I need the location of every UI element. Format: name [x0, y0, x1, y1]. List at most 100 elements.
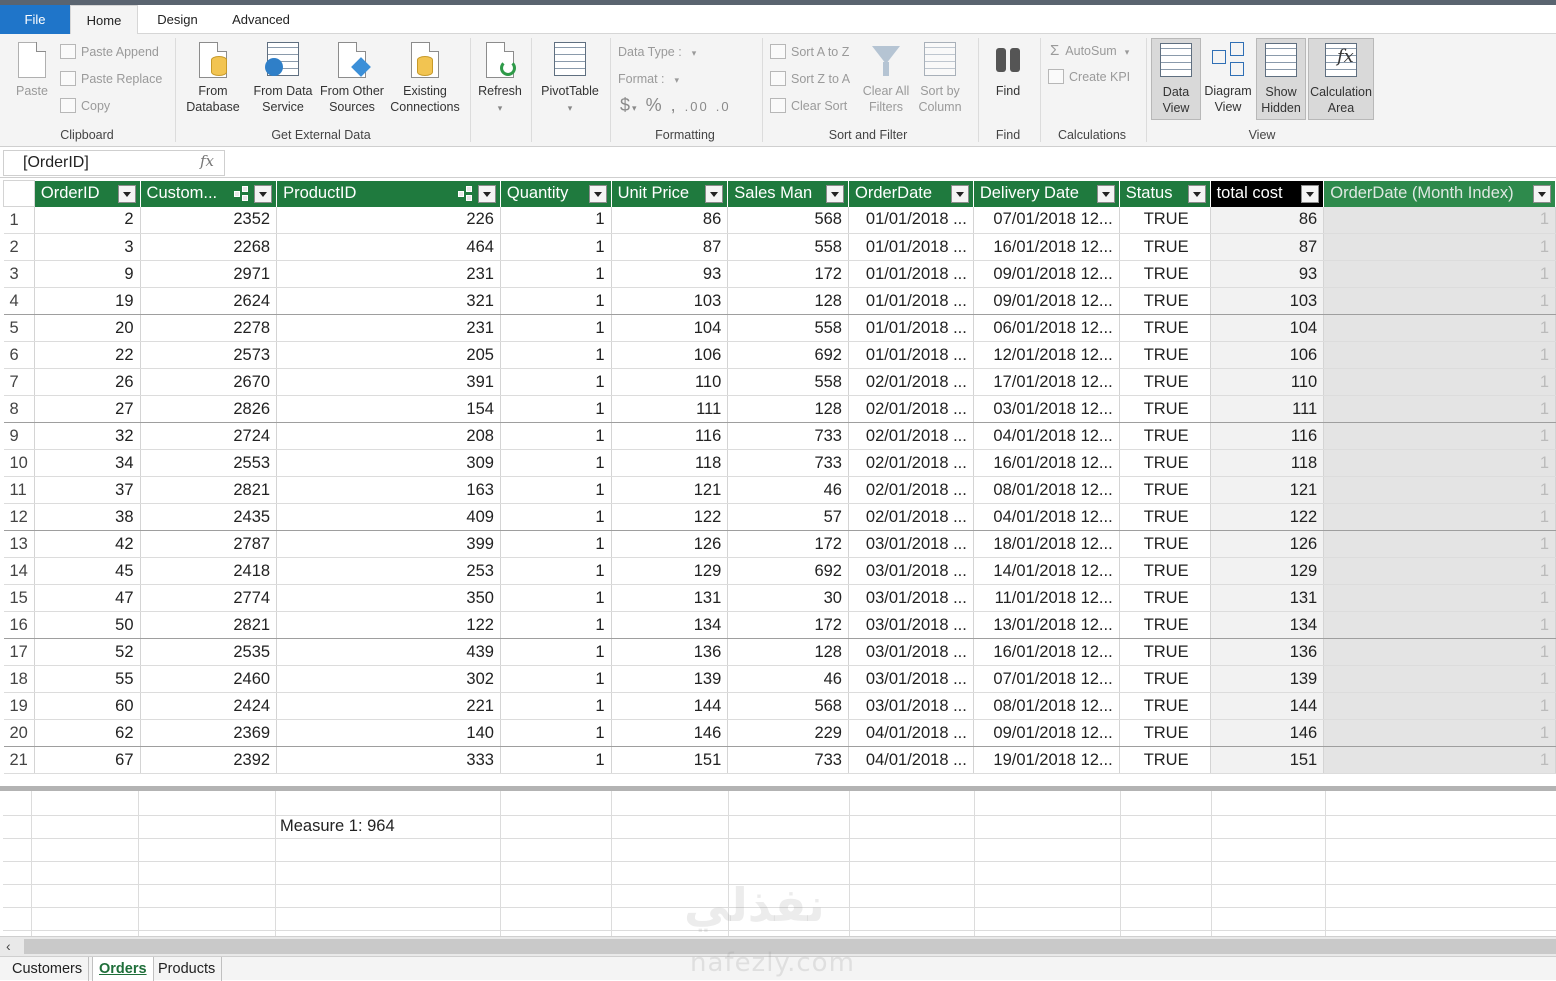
table-cell[interactable]: 1	[1323, 692, 1556, 720]
table-cell[interactable]: TRUE	[1119, 638, 1211, 666]
table-cell[interactable]: 2418	[140, 557, 278, 585]
row-number[interactable]: 8	[3, 395, 35, 423]
table-cell[interactable]: 205	[276, 341, 501, 369]
table-cell[interactable]: 87	[1210, 233, 1325, 261]
table-cell[interactable]: 16/01/2018 12...	[973, 233, 1120, 261]
table-cell[interactable]: 154	[276, 395, 501, 423]
table-cell[interactable]: 04/01/2018 ...	[848, 746, 974, 774]
table-cell[interactable]: 1	[1323, 341, 1556, 369]
table-cell[interactable]: 1	[1323, 287, 1556, 315]
table-cell[interactable]: 03/01/2018 ...	[848, 638, 974, 666]
row-number[interactable]: 20	[3, 719, 35, 747]
row-number[interactable]: 2	[3, 233, 35, 261]
table-cell[interactable]: 04/01/2018 ...	[848, 719, 974, 747]
table-cell[interactable]: 111	[1210, 395, 1325, 423]
sheet-tab-customers[interactable]: Customers	[6, 957, 90, 981]
table-cell[interactable]: 129	[1210, 557, 1325, 585]
table-cell[interactable]: 2573	[140, 341, 278, 369]
table-row[interactable]: 14 45 2418 253 1 129 692 03/01/2018 ... 14/01/20…	[3, 557, 1556, 585]
table-cell[interactable]: 1	[1323, 422, 1556, 450]
table-cell[interactable]: 20	[34, 314, 141, 342]
table-cell[interactable]: 122	[611, 503, 729, 531]
find-button[interactable]: Find	[984, 40, 1032, 99]
table-cell[interactable]: 18/01/2018 12...	[973, 530, 1120, 558]
table-cell[interactable]: 02/01/2018 ...	[848, 395, 974, 423]
table-cell[interactable]: 09/01/2018 12...	[973, 719, 1120, 747]
from-database-button[interactable]: From Database	[180, 40, 246, 115]
table-cell[interactable]: 2278	[140, 314, 278, 342]
table-cell[interactable]: 2553	[140, 449, 278, 477]
table-cell[interactable]: 128	[727, 287, 849, 315]
row-number[interactable]: 17	[3, 638, 35, 666]
table-row[interactable]: 21 67 2392 333 1 151 733 04/01/2018 ... 19/01/20…	[3, 746, 1556, 774]
table-row[interactable]: 18 55 2460 302 1 139 46 03/01/2018 ... 07/01/201…	[3, 665, 1556, 693]
table-cell[interactable]: 52	[34, 638, 141, 666]
filter-dropdown-icon[interactable]	[1533, 184, 1551, 203]
table-cell[interactable]: 1	[500, 422, 612, 450]
table-cell[interactable]: 62	[34, 719, 141, 747]
column-header[interactable]: Sales Man	[727, 180, 849, 207]
table-cell[interactable]: 11/01/2018 12...	[973, 584, 1120, 612]
table-cell[interactable]: 17/01/2018 12...	[973, 368, 1120, 396]
table-cell[interactable]: 2670	[140, 368, 278, 396]
column-header[interactable]: OrderDate (Month Index)	[1323, 180, 1556, 207]
table-cell[interactable]: 9	[34, 260, 141, 288]
row-number[interactable]: 21	[3, 746, 35, 774]
table-cell[interactable]: 12/01/2018 12...	[973, 341, 1120, 369]
table-cell[interactable]: 139	[1210, 665, 1325, 693]
table-cell[interactable]: 2624	[140, 287, 278, 315]
row-number[interactable]: 6	[3, 341, 35, 369]
table-row[interactable]: 9 32 2724 208 1 116 733 02/01/2018 ... 04/01/201…	[3, 422, 1556, 450]
table-cell[interactable]: 321	[276, 287, 501, 315]
tab-advanced[interactable]: Advanced	[218, 5, 304, 34]
table-cell[interactable]: 172	[727, 260, 849, 288]
table-cell[interactable]: 1	[1323, 449, 1556, 477]
table-cell[interactable]: 1	[1323, 584, 1556, 612]
row-number[interactable]: 7	[3, 368, 35, 396]
table-row[interactable]: 5 20 2278 231 1 104 558 01/01/2018 ... 06/01/201…	[3, 314, 1556, 342]
row-number[interactable]: 14	[3, 557, 35, 585]
table-cell[interactable]: 1	[1323, 746, 1556, 774]
table-cell[interactable]: 1	[500, 206, 612, 234]
table-cell[interactable]: 2826	[140, 395, 278, 423]
measure-cell[interactable]: Measure 1: 964	[280, 817, 395, 836]
table-cell[interactable]: 692	[727, 341, 849, 369]
table-cell[interactable]: 121	[611, 476, 729, 504]
table-cell[interactable]: 02/01/2018 ...	[848, 449, 974, 477]
row-number[interactable]: 10	[3, 449, 35, 477]
table-cell[interactable]: TRUE	[1119, 233, 1211, 261]
row-number[interactable]: 12	[3, 503, 35, 531]
table-cell[interactable]: 08/01/2018 12...	[973, 692, 1120, 720]
row-number[interactable]: 4	[3, 287, 35, 315]
paste-append-button[interactable]: Paste Append	[60, 42, 159, 62]
table-cell[interactable]: 1	[500, 260, 612, 288]
table-cell[interactable]: 126	[1210, 530, 1325, 558]
table-cell[interactable]: 1	[1323, 260, 1556, 288]
row-number[interactable]: 18	[3, 665, 35, 693]
create-kpi-button[interactable]: Create KPI	[1048, 67, 1130, 87]
table-cell[interactable]: 302	[276, 665, 501, 693]
column-header[interactable]: total cost	[1210, 180, 1325, 207]
table-cell[interactable]: 1	[500, 557, 612, 585]
table-cell[interactable]: 47	[34, 584, 141, 612]
table-cell[interactable]: 118	[611, 449, 729, 477]
table-cell[interactable]: 01/01/2018 ...	[848, 314, 974, 342]
table-cell[interactable]: 1	[1323, 314, 1556, 342]
table-cell[interactable]: 151	[1210, 746, 1325, 774]
table-cell[interactable]: 04/01/2018 12...	[973, 503, 1120, 531]
pivottable-button[interactable]: PivotTable ▾	[536, 40, 604, 116]
table-row[interactable]: 13 42 2787 399 1 126 172 03/01/2018 ... 18/01/20…	[3, 530, 1556, 558]
filter-dropdown-icon[interactable]	[705, 184, 724, 203]
table-cell[interactable]: 2435	[140, 503, 278, 531]
table-cell[interactable]: 226	[276, 206, 501, 234]
table-cell[interactable]: 2	[34, 206, 141, 234]
table-cell[interactable]: TRUE	[1119, 719, 1211, 747]
table-cell[interactable]: 1	[500, 692, 612, 720]
table-cell[interactable]: 391	[276, 368, 501, 396]
row-number[interactable]: 1	[3, 206, 35, 234]
table-cell[interactable]: 16/01/2018 12...	[973, 638, 1120, 666]
table-cell[interactable]: 14/01/2018 12...	[973, 557, 1120, 585]
table-cell[interactable]: 1	[500, 314, 612, 342]
table-row[interactable]: 17 52 2535 439 1 136 128 03/01/2018 ... 16/01/20…	[3, 638, 1556, 666]
table-cell[interactable]: 1	[1323, 638, 1556, 666]
